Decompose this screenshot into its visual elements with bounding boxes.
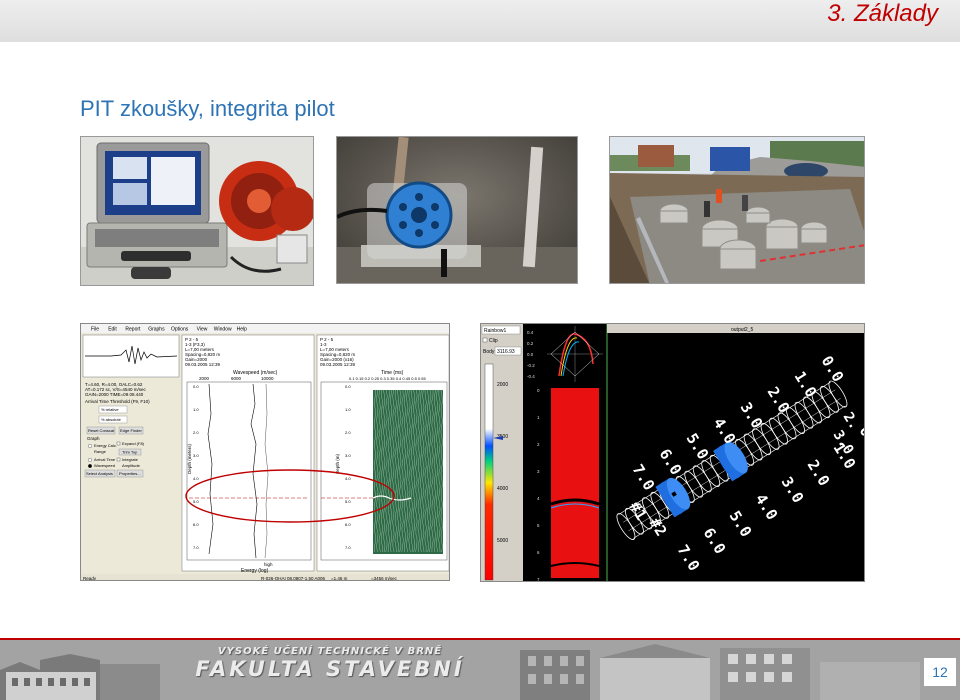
photo-sensor-graphic (337, 137, 577, 283)
depth-axis-label: Depth (meters) (187, 443, 192, 474)
menu-item-file[interactable]: File (91, 327, 99, 333)
depth-tick: 4.0 (193, 476, 199, 481)
photo-pit-equipment (80, 136, 314, 286)
plot-value-label: -0.2 (527, 363, 535, 368)
plot-value-label: 0.2 (527, 341, 534, 346)
menu-item-help[interactable]: Help (237, 327, 248, 333)
depth-tick-right: 4.0 (345, 476, 351, 481)
expand-label: Expand (F8) (122, 441, 145, 446)
depth-tick-right: 6.0 (345, 522, 351, 527)
graph-label: Graph (87, 436, 100, 441)
info-left-line: 09.03.2005 12:39 (185, 362, 221, 367)
depth-tick: 2.0 (193, 430, 199, 435)
menu-item-options[interactable]: Options (171, 327, 189, 333)
status-speed: =3456 m/sec (371, 576, 398, 581)
university-line-2: FAKULTA STAVEBNÍ (195, 657, 465, 681)
depth-tick: 5.0 (193, 499, 199, 504)
depth-tick-right: 7.0 (345, 545, 351, 550)
radio-energy[interactable] (87, 443, 92, 448)
wavespeed-tick: 10000 (261, 376, 274, 381)
status-file: R-026-OHAI 08,0807-1,50 A006 (261, 576, 326, 581)
depth-tick-right: 2.0 (345, 430, 351, 435)
depth-tick: 0.0 (193, 384, 199, 389)
depth-tick-right: 0.0 (345, 384, 351, 389)
pile-3d-graphic: Rainbow1 Clip Body 3116.93 2000 3500 400… (481, 324, 864, 581)
photo-site-graphic (610, 137, 864, 283)
menu-item-view[interactable]: View (197, 327, 208, 333)
radio-wavespeed[interactable] (87, 463, 92, 468)
scale-2000: 2000 (497, 382, 508, 388)
integrate-label: Integrate (122, 457, 139, 462)
energy-calc-label: Energy Calc. (94, 443, 117, 448)
trim-top-label: Trim Top (122, 450, 138, 455)
photo-pit-equipment-graphic (81, 137, 313, 285)
relative-label: % relative (101, 407, 119, 412)
energy-high-label: high (264, 562, 273, 567)
pit-software-graphic: File Edit Report Graphs Options View Window Hel… (81, 324, 449, 581)
depth-tick-right: 3.0 (345, 453, 351, 458)
chapter-heading: 3. Základy (827, 0, 938, 27)
absolute-label: % absolute (101, 417, 122, 422)
body-value: 3116.93 (497, 349, 515, 355)
plot-value-label: 0.4 (527, 330, 534, 335)
page-number: 12 (924, 658, 956, 686)
wavespeed-tick: 2000 (199, 376, 210, 381)
status-ready: Ready (83, 576, 97, 581)
view-window-title: output2_5 (731, 327, 753, 333)
arrival-label: Arrival Time Threshold (F9, F10) (85, 399, 150, 404)
university-name: VYSOKÉ UČENÍ TECHNICKÉ V BRNĚ FAKULTA ST… (160, 646, 500, 680)
select-analysis-label: Select Analysis (86, 471, 113, 476)
slide-title: PIT zkoušky, integrita pilot (80, 96, 335, 121)
wavespeed-label: Wavespeed (94, 463, 115, 468)
depth-tick: 3.0 (193, 453, 199, 458)
integrate-checkbox[interactable] (116, 457, 121, 462)
depth-tick: 6.0 (193, 522, 199, 527)
expand-checkbox[interactable] (116, 441, 121, 446)
menu-item-report[interactable]: Report (125, 327, 141, 333)
info-right-line: 09.03.2005 12:39 (320, 362, 356, 367)
top-bar (0, 0, 960, 42)
depth-tick: 1.0 (193, 407, 199, 412)
edge-finder-label: Edge Finder (120, 428, 142, 433)
depth-axis-label-2: Depth (m) (335, 453, 340, 474)
photo-sensor-on-pile (336, 136, 578, 284)
palette-select-value: Rainbow1 (484, 328, 506, 334)
depth-tick-right: 5.0 (345, 499, 351, 504)
clip-checkbox[interactable] (482, 337, 488, 343)
wavespeed-tick: 6000 (231, 376, 242, 381)
depth-tick-right: 1.0 (345, 407, 351, 412)
time-ticks: 0.1 0.15 0.2 0.25 0.3 0.35 0.4 0.45 0.5 … (349, 376, 427, 381)
pit-param-3: GAIN=2000 TIME=09.08.440 (85, 392, 144, 397)
menu-item-window[interactable]: Window (214, 327, 232, 333)
pit-software-screenshot: File Edit Report Graphs Options View Window Hel… (80, 323, 450, 581)
arrival-time-label: Arrival Time (94, 457, 116, 462)
menu-item-graphs[interactable]: Graphs (148, 327, 165, 333)
energy-axis-label: Energy (log) (241, 568, 269, 574)
properties-label: Properties... (119, 471, 141, 476)
clip-label: Clip (489, 338, 498, 344)
pile-profile-strip (551, 388, 599, 578)
plot-value-label: -0.4 (527, 374, 535, 379)
color-scale-bar (484, 363, 494, 581)
menu-item-edit[interactable]: Edit (108, 327, 117, 333)
depth-tick: 7.0 (193, 545, 199, 550)
plot-value-label: 0.0 (527, 352, 534, 357)
scale-5000: 5000 (497, 538, 508, 544)
radio-arrival[interactable] (87, 457, 92, 462)
scale-4000: 4000 (497, 486, 508, 492)
body-label: Body (483, 349, 495, 355)
photo-construction-site (609, 136, 865, 284)
pile-3d-screenshot: Rainbow1 Clip Body 3116.93 2000 3500 400… (480, 323, 865, 582)
reset-label: Reset Conscat (88, 428, 115, 433)
status-depth: =1,46 m (331, 576, 348, 581)
amplitude-label: Amplitude (122, 463, 141, 468)
range-label: Range (94, 449, 107, 454)
